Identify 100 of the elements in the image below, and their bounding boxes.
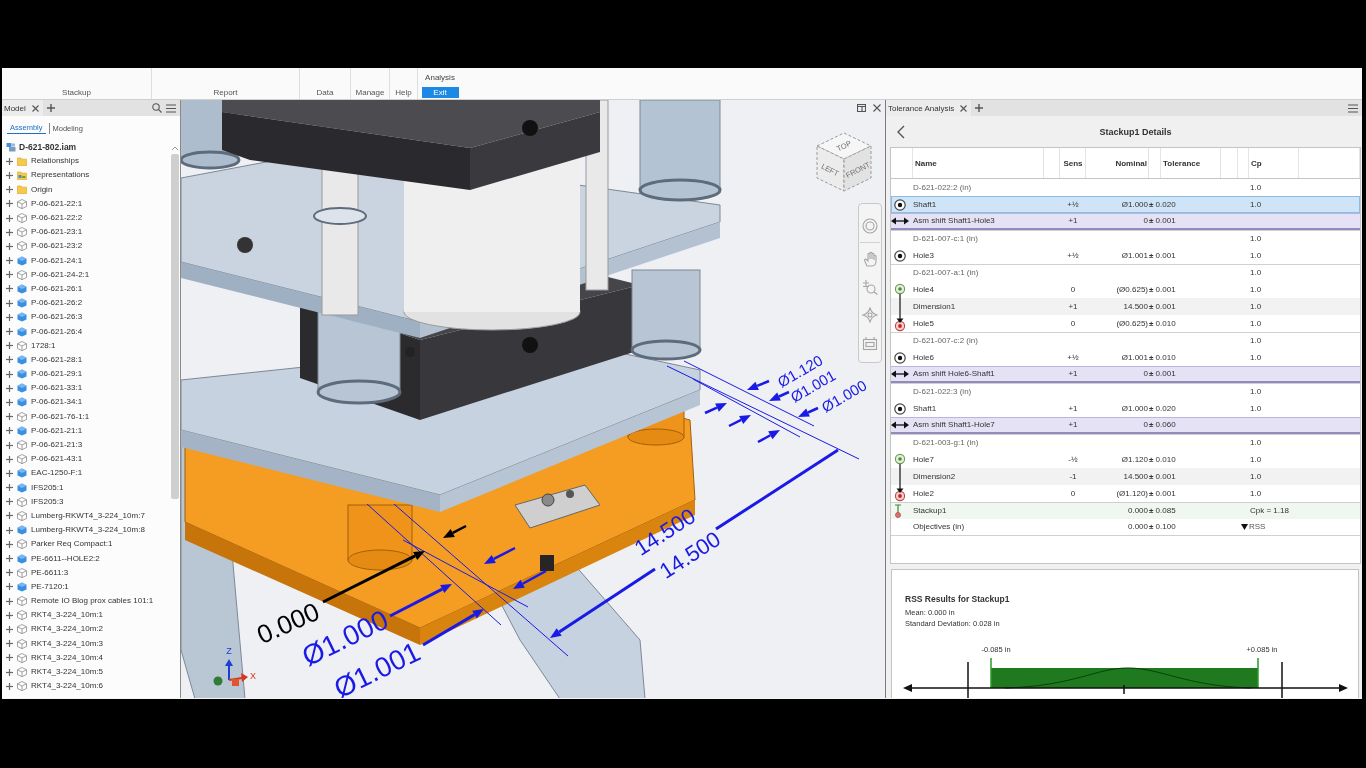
plus-icon[interactable] bbox=[6, 328, 13, 336]
tree-item[interactable]: PE-7120:1 bbox=[31, 581, 69, 592]
plus-icon[interactable] bbox=[6, 625, 13, 633]
layout-icon[interactable] bbox=[857, 104, 866, 112]
tree-item[interactable]: P-06-621-26:3 bbox=[31, 312, 83, 323]
plus-icon[interactable] bbox=[6, 469, 13, 477]
plus-icon[interactable] bbox=[6, 356, 13, 364]
table-row[interactable]: Stackup1 0.000± 0.085 Cpk = 1.18 bbox=[891, 502, 1360, 519]
tree-item[interactable]: Origin bbox=[31, 184, 53, 195]
tree-item[interactable]: P-06-621-26:2 bbox=[31, 298, 83, 309]
plus-icon[interactable] bbox=[6, 668, 13, 676]
plus-icon[interactable] bbox=[6, 398, 13, 406]
tree-item[interactable]: P-06-621-43:1 bbox=[31, 454, 83, 465]
panel-tab[interactable]: Model bbox=[2, 100, 43, 116]
tree-item[interactable]: PE-6611:3 bbox=[31, 567, 69, 578]
table-row[interactable]: Asm shift Hole6-Shaft1 +1 0± 0.001 bbox=[891, 366, 1360, 383]
tree-item[interactable]: RKT4_3-224_10m:4 bbox=[31, 652, 104, 663]
plus-icon[interactable] bbox=[6, 313, 13, 321]
tree-item[interactable]: P-06-621-23:2 bbox=[31, 241, 83, 252]
tree-item[interactable]: EAC-1250-F:1 bbox=[31, 468, 83, 479]
plus-icon[interactable] bbox=[6, 555, 13, 563]
plus-icon[interactable] bbox=[6, 271, 13, 279]
plus-icon[interactable] bbox=[6, 186, 13, 194]
plus-icon[interactable] bbox=[6, 455, 13, 463]
plus-icon[interactable] bbox=[6, 498, 13, 506]
plus-icon[interactable] bbox=[6, 540, 13, 548]
plus-icon[interactable] bbox=[6, 299, 13, 307]
plus-icon[interactable] bbox=[6, 228, 13, 236]
tree-item[interactable]: RKT4_3-224_10m:6 bbox=[31, 681, 104, 692]
panel-tab[interactable]: Tolerance Analysis bbox=[886, 100, 972, 116]
close-icon[interactable] bbox=[31, 104, 39, 112]
plus-icon[interactable] bbox=[6, 370, 13, 378]
tree-item[interactable]: 1728:1 bbox=[31, 340, 56, 351]
plus-icon[interactable] bbox=[6, 342, 13, 350]
menu-icon[interactable] bbox=[1348, 103, 1358, 113]
tree-item[interactable]: Remote IO Blog prox cables 101:1 bbox=[31, 596, 154, 607]
plus-icon[interactable] bbox=[6, 413, 13, 421]
plus-icon[interactable] bbox=[6, 171, 13, 179]
tree-item[interactable]: RKT4_3-224_10m:1 bbox=[31, 610, 104, 621]
plus-icon[interactable] bbox=[6, 200, 13, 208]
plus-icon[interactable] bbox=[6, 384, 13, 392]
tree-item[interactable]: RKT4_3-224_10m:3 bbox=[31, 638, 104, 649]
tree-item[interactable]: P-06-621-76-1:1 bbox=[31, 411, 90, 422]
plus-icon[interactable] bbox=[6, 654, 13, 662]
table-row[interactable]: Dimension2 -1 14.500± 0.001 1.0 bbox=[891, 468, 1360, 485]
table-row[interactable]: Asm shift Shaft1-Hole7 +1 0± 0.060 bbox=[891, 417, 1360, 434]
table-row[interactable]: Shaft1 +½ Ø1.000± 0.020 1.0 bbox=[891, 196, 1360, 213]
plus-icon[interactable] bbox=[6, 441, 13, 449]
tree-item[interactable]: P-06-621-26:1 bbox=[31, 283, 83, 294]
tree-item[interactable]: P-06-621-22:1 bbox=[31, 198, 83, 209]
tree-item[interactable]: P-06-621-26:4 bbox=[31, 326, 83, 337]
plus-icon[interactable] bbox=[6, 583, 13, 591]
add-tab-icon[interactable] bbox=[975, 104, 984, 112]
menu-icon[interactable] bbox=[166, 103, 176, 113]
add-tab-icon[interactable] bbox=[46, 104, 55, 112]
tree-item[interactable]: P-06-621-29:1 bbox=[31, 369, 83, 380]
plus-icon[interactable] bbox=[6, 611, 13, 619]
tree-item[interactable]: RKT4_3-224_10m:2 bbox=[31, 624, 104, 635]
tree-item[interactable]: Lumberg-RKWT4_3-224_10m:7 bbox=[31, 510, 145, 521]
plus-icon[interactable] bbox=[6, 214, 13, 222]
plus-icon[interactable] bbox=[6, 569, 13, 577]
tree-item[interactable]: P-06-621-23:1 bbox=[31, 227, 83, 238]
tree-item[interactable]: P-06-621-34:1 bbox=[31, 397, 83, 408]
tree-item[interactable]: P-06-621-24-2:1 bbox=[31, 269, 90, 280]
plus-icon[interactable] bbox=[6, 597, 13, 605]
tree-item[interactable]: IFS205:3 bbox=[31, 496, 64, 507]
close-icon[interactable] bbox=[873, 104, 881, 112]
tree-item[interactable]: Lumberg-RKWT4_3-224_10m:8 bbox=[31, 525, 145, 536]
tree-item[interactable]: PE-6611--HOLE2:2 bbox=[31, 553, 100, 564]
plus-icon[interactable] bbox=[6, 512, 13, 520]
tree-root[interactable]: D-621-802.iam bbox=[19, 142, 77, 153]
back-icon[interactable] bbox=[897, 124, 905, 139]
plus-icon[interactable] bbox=[6, 526, 13, 534]
tree-item[interactable]: P-06-621-24:1 bbox=[31, 255, 83, 266]
tree-item[interactable]: P-06-621-33:1 bbox=[31, 383, 83, 394]
plus-icon[interactable] bbox=[6, 157, 13, 165]
tree-item[interactable]: P-06-621-28:1 bbox=[31, 354, 83, 365]
ribbon-button[interactable]: Analysis bbox=[425, 73, 455, 83]
method-dropdown[interactable]: RSS bbox=[1241, 522, 1266, 532]
plus-icon[interactable] bbox=[6, 257, 13, 265]
tree-item[interactable]: P-06-621-21:1 bbox=[31, 425, 83, 436]
plus-icon[interactable] bbox=[6, 242, 13, 250]
tree-item[interactable]: IFS205:1 bbox=[31, 482, 64, 493]
plus-icon[interactable] bbox=[6, 640, 13, 648]
tree-item[interactable]: P-06-621-22:2 bbox=[31, 213, 83, 224]
plus-icon[interactable] bbox=[6, 427, 13, 435]
plus-icon[interactable] bbox=[6, 285, 13, 293]
table-row[interactable]: Dimension1 +1 14.500± 0.001 1.0 bbox=[891, 298, 1360, 315]
table-row[interactable]: Asm shift Shaft1-Hole3 +1 0± 0.001 bbox=[891, 213, 1360, 230]
plus-icon[interactable] bbox=[6, 484, 13, 492]
close-icon[interactable] bbox=[960, 104, 968, 112]
scrollbar-thumb[interactable] bbox=[170, 154, 179, 499]
tree-item[interactable]: P-06-621-21:3 bbox=[31, 440, 83, 451]
tree-item[interactable]: Representations bbox=[31, 170, 90, 181]
search-icon[interactable] bbox=[152, 103, 162, 113]
tree-item[interactable]: Parker Req Compact:1 bbox=[31, 539, 113, 550]
scroll-up-icon[interactable] bbox=[170, 146, 179, 151]
tree-item[interactable]: RKT4_3-224_10m:5 bbox=[31, 667, 104, 678]
plus-icon[interactable] bbox=[6, 682, 13, 690]
exit-button[interactable]: Exit bbox=[421, 87, 459, 98]
